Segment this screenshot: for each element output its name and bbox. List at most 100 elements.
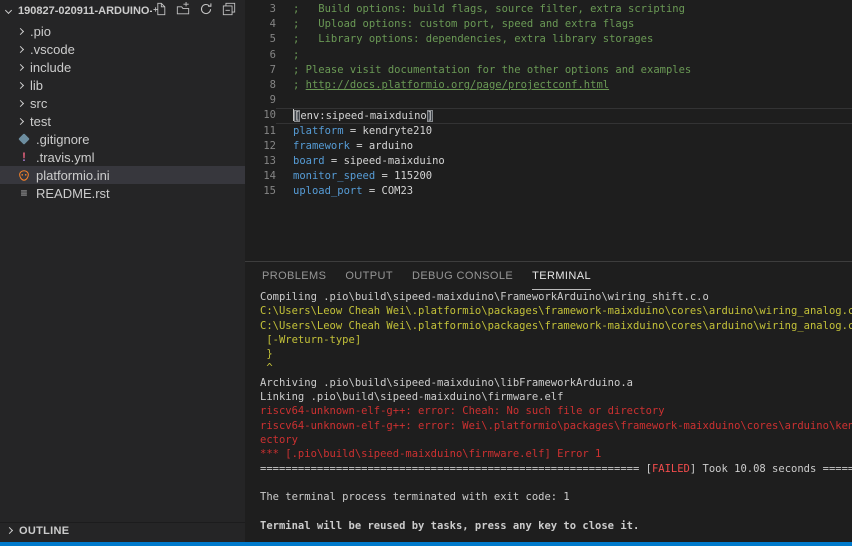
code-token: = xyxy=(375,170,394,182)
terminal-line: riscv64-unknown-elf-g++: error: Cheah: N… xyxy=(260,404,852,418)
code-line-content[interactable]: platform = kendryte210 xyxy=(276,124,852,139)
code-line-content[interactable]: [env:sipeed-maixduino] xyxy=(276,108,852,123)
code-token: platform xyxy=(293,125,344,137)
code-line-content[interactable]: ; xyxy=(276,48,852,63)
code-line-content[interactable]: board = sipeed-maixduino xyxy=(276,154,852,169)
terminal-line: ^ xyxy=(260,361,852,375)
terminal-line: } xyxy=(260,347,852,361)
bottom-panel: PROBLEMS OUTPUT DEBUG CONSOLE TERMINAL Comp… xyxy=(245,261,852,542)
code-token: ] xyxy=(427,110,433,122)
sidebar-item-src[interactable]: src xyxy=(0,94,245,112)
new-folder-button[interactable] xyxy=(175,3,191,19)
terminal-line: ectory xyxy=(260,433,852,447)
terminal-text: riscv64-unknown-elf-g++: error: Cheah: N… xyxy=(260,405,665,417)
sidebar-item-travis-yml[interactable]: !.travis.yml xyxy=(0,148,245,166)
terminal-text: } xyxy=(260,348,273,360)
refresh-icon xyxy=(199,2,213,21)
file-label: .pio xyxy=(30,24,51,39)
line-number: 15 xyxy=(245,184,276,199)
code-token: ; xyxy=(293,49,299,61)
code-line-content[interactable] xyxy=(276,93,852,108)
code-token: http://docs.platformio.org/page/projectc… xyxy=(306,79,609,91)
terminal-line: Linking .pio\build\sipeed-maixduino\firm… xyxy=(260,390,852,404)
code-line: 10[env:sipeed-maixduino] xyxy=(245,108,852,123)
sidebar-item-include[interactable]: include xyxy=(0,58,245,76)
code-token: arduino xyxy=(369,140,413,152)
line-number: 14 xyxy=(245,169,276,184)
terminal-text: ========================================… xyxy=(260,463,652,475)
terminal-line: riscv64-unknown-elf-g++: error: Wei\.pla… xyxy=(260,419,852,433)
explorer-sidebar: 190827-020911-ARDUINO-BLI... .pio .vscode… xyxy=(0,0,245,542)
code-line-content[interactable]: ; Library options: dependencies, extra l… xyxy=(276,32,852,47)
file-label: src xyxy=(30,96,47,111)
code-token: ; Please visit documentation for the oth… xyxy=(293,64,691,76)
terminal-text: C:\Users\Leow Cheah Wei\.platformio\pack… xyxy=(260,320,852,332)
panel-tab-problems[interactable]: PROBLEMS xyxy=(262,262,326,290)
code-token: kendryte210 xyxy=(363,125,433,137)
code-editor[interactable]: 3; Build options: build flags, source fi… xyxy=(245,0,852,261)
sidebar-item-vscode[interactable]: .vscode xyxy=(0,40,245,58)
sidebar-item-test[interactable]: test xyxy=(0,112,245,130)
panel-tab-output[interactable]: OUTPUT xyxy=(345,262,393,290)
chevron-right-icon xyxy=(17,63,24,70)
panel-tab-terminal[interactable]: TERMINAL xyxy=(532,262,591,290)
explorer-section-header[interactable]: 190827-020911-ARDUINO-BLI... xyxy=(0,0,245,22)
chevron-right-icon xyxy=(17,27,24,34)
outline-label: OUTLINE xyxy=(19,525,69,537)
travis-icon: ! xyxy=(18,151,30,163)
collapse-folders-button[interactable] xyxy=(221,3,237,19)
sidebar-item-pio[interactable]: .pio xyxy=(0,22,245,40)
outline-section-header[interactable]: OUTLINE xyxy=(0,522,245,538)
new-folder-icon xyxy=(176,2,190,21)
line-number: 13 xyxy=(245,154,276,169)
terminal-text: Archiving .pio\build\sipeed-maixduino\li… xyxy=(260,377,633,389)
line-number: 9 xyxy=(245,93,276,108)
refresh-explorer-button[interactable] xyxy=(198,3,214,19)
code-line-content[interactable]: ; Please visit documentation for the oth… xyxy=(276,63,852,78)
readme-icon: ≡ xyxy=(18,187,30,199)
chevron-right-icon xyxy=(6,527,13,534)
terminal-line xyxy=(260,504,852,518)
terminal-line: C:\Users\Leow Cheah Wei\.platformio\pack… xyxy=(260,319,852,333)
sidebar-item-gitignore[interactable]: .gitignore xyxy=(0,130,245,148)
code-token: upload_port xyxy=(293,185,363,197)
code-line-content[interactable]: monitor_speed = 115200 xyxy=(276,169,852,184)
code-token: ; Build options: build flags, source fil… xyxy=(293,3,685,15)
file-label: include xyxy=(30,60,71,75)
terminal-line: C:\Users\Leow Cheah Wei\.platformio\pack… xyxy=(260,304,852,318)
file-label: lib xyxy=(30,78,43,93)
terminal-line: Archiving .pio\build\sipeed-maixduino\li… xyxy=(260,376,852,390)
new-file-button[interactable] xyxy=(152,3,168,19)
sidebar-item-readme-rst[interactable]: ≡ README.rst xyxy=(0,184,245,202)
terminal-line: ========================================… xyxy=(260,462,852,476)
file-label: README.rst xyxy=(36,186,110,201)
chevron-right-icon xyxy=(17,117,24,124)
terminal-line: [-Wreturn-type] xyxy=(260,333,852,347)
terminal-text: Compiling .pio\build\sipeed-maixduino\Fr… xyxy=(260,291,709,303)
terminal-text: *** [.pio\build\sipeed-maixduino\firmwar… xyxy=(260,448,601,460)
code-line-content[interactable]: ; Upload options: custom port, speed and… xyxy=(276,17,852,32)
sidebar-item-platformio-ini[interactable]: platformio.ini xyxy=(0,166,245,184)
sidebar-item-lib[interactable]: lib xyxy=(0,76,245,94)
code-line-content[interactable]: ; Build options: build flags, source fil… xyxy=(276,2,852,17)
code-line-content[interactable]: ; http://docs.platformio.org/page/projec… xyxy=(276,78,852,93)
file-label: .gitignore xyxy=(36,132,89,147)
code-line: 13board = sipeed-maixduino xyxy=(245,154,852,169)
code-token: COM23 xyxy=(382,185,414,197)
terminal-text: The terminal process terminated with exi… xyxy=(260,491,570,503)
line-number: 6 xyxy=(245,48,276,63)
code-line-content[interactable]: upload_port = COM23 xyxy=(276,184,852,199)
line-number: 4 xyxy=(245,17,276,32)
file-label: .vscode xyxy=(30,42,75,57)
status-bar xyxy=(0,542,852,546)
file-label: platformio.ini xyxy=(36,168,110,183)
panel-tab-debug-console[interactable]: DEBUG CONSOLE xyxy=(412,262,513,290)
terminal-text: riscv64-unknown-elf-g++: error: Wei\.pla… xyxy=(260,420,852,432)
terminal-output[interactable]: Compiling .pio\build\sipeed-maixduino\Fr… xyxy=(245,290,852,533)
code-token: 115200 xyxy=(394,170,432,182)
terminal-text: C:\Users\Leow Cheah Wei\.platformio\pack… xyxy=(260,305,852,317)
terminal-line: Terminal will be reused by tasks, press … xyxy=(260,519,852,533)
terminal-text: ectory xyxy=(260,434,298,446)
code-token: board xyxy=(293,155,325,167)
code-line-content[interactable]: framework = arduino xyxy=(276,139,852,154)
